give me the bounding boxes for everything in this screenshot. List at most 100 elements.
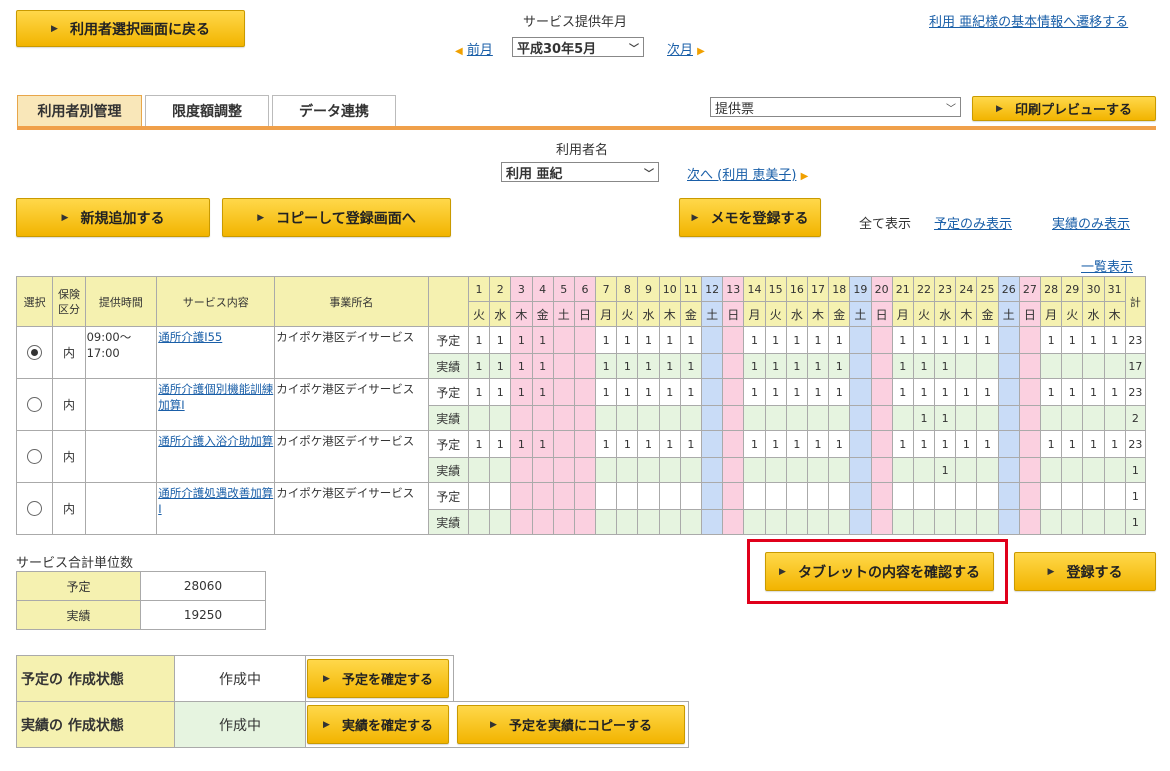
day-cell[interactable]: 1 <box>828 353 851 379</box>
day-cell[interactable] <box>1039 405 1063 431</box>
day-cell[interactable]: 1 <box>658 326 681 354</box>
day-cell[interactable]: 1 <box>955 430 978 458</box>
day-cell[interactable]: 1 <box>1082 430 1105 458</box>
copy-plan-to-actual-button[interactable]: ▶ 予定を実績にコピーする <box>457 705 685 744</box>
day-cell[interactable]: 1 <box>679 378 703 406</box>
day-cell[interactable] <box>849 482 872 510</box>
day-cell[interactable] <box>828 457 851 483</box>
day-cell[interactable]: 1 <box>828 326 851 354</box>
day-cell[interactable] <box>934 482 957 510</box>
day-cell[interactable]: 1 <box>828 378 851 406</box>
day-cell[interactable] <box>912 482 936 510</box>
day-cell[interactable] <box>1039 509 1063 535</box>
day-cell[interactable] <box>722 378 745 406</box>
day-cell[interactable] <box>489 405 512 431</box>
day-cell[interactable] <box>722 509 745 535</box>
day-cell[interactable]: 1 <box>489 378 512 406</box>
day-cell[interactable] <box>891 482 914 510</box>
day-cell[interactable] <box>489 509 512 535</box>
day-cell[interactable] <box>743 405 766 431</box>
service-link[interactable]: 通所介護Ⅰ55 <box>158 330 222 344</box>
day-cell[interactable]: 1 <box>637 326 660 354</box>
day-cell[interactable] <box>1103 457 1126 483</box>
day-cell[interactable] <box>1061 509 1084 535</box>
day-cell[interactable] <box>912 509 936 535</box>
prev-month-nav[interactable]: ◀ 前月 <box>455 39 493 58</box>
day-cell[interactable] <box>849 378 872 406</box>
day-cell[interactable] <box>489 482 512 510</box>
day-cell[interactable]: 1 <box>806 378 830 406</box>
day-cell[interactable] <box>1082 405 1105 431</box>
register-button[interactable]: ▶ 登録する <box>1014 552 1156 591</box>
day-cell[interactable] <box>573 509 597 535</box>
day-cell[interactable]: 1 <box>891 378 914 406</box>
day-cell[interactable]: 1 <box>1061 326 1084 354</box>
day-cell[interactable] <box>870 482 893 510</box>
day-cell[interactable]: 1 <box>616 326 639 354</box>
day-cell[interactable] <box>997 378 1020 406</box>
list-view-link[interactable]: 一覧表示 <box>1081 256 1133 275</box>
day-cell[interactable] <box>891 405 914 431</box>
day-cell[interactable] <box>467 509 491 535</box>
day-cell[interactable] <box>573 378 597 406</box>
day-cell[interactable]: 1 <box>1061 378 1084 406</box>
day-cell[interactable] <box>955 509 978 535</box>
day-cell[interactable] <box>849 405 872 431</box>
row-select-radio[interactable] <box>15 326 54 379</box>
service-link[interactable]: 通所介護個別機能訓練加算Ⅰ <box>158 382 273 412</box>
actual-confirm-button[interactable]: ▶ 実績を確定する <box>307 705 449 744</box>
day-cell[interactable] <box>806 457 830 483</box>
day-cell[interactable]: 1 <box>658 378 681 406</box>
day-cell[interactable] <box>976 509 999 535</box>
day-cell[interactable] <box>637 509 660 535</box>
day-cell[interactable] <box>637 482 660 510</box>
day-cell[interactable] <box>785 457 808 483</box>
day-cell[interactable]: 1 <box>467 326 491 354</box>
day-cell[interactable]: 1 <box>806 430 830 458</box>
day-cell[interactable] <box>552 482 575 510</box>
day-cell[interactable] <box>870 353 893 379</box>
month-select[interactable]: 平成30年5月 ﹀ <box>512 37 644 57</box>
day-cell[interactable]: 1 <box>934 457 957 483</box>
day-cell[interactable]: 1 <box>976 430 999 458</box>
day-cell[interactable]: 1 <box>934 430 957 458</box>
day-cell[interactable] <box>1039 457 1063 483</box>
day-cell[interactable] <box>891 457 914 483</box>
register-memo-button[interactable]: ▶ メモを登録する <box>679 198 821 237</box>
day-cell[interactable] <box>1018 405 1042 431</box>
day-cell[interactable] <box>997 353 1020 379</box>
day-cell[interactable] <box>552 353 575 379</box>
day-cell[interactable]: 1 <box>912 378 936 406</box>
day-cell[interactable] <box>743 457 766 483</box>
day-cell[interactable]: 1 <box>891 430 914 458</box>
day-cell[interactable]: 1 <box>764 430 787 458</box>
day-cell[interactable] <box>722 482 745 510</box>
print-type-select[interactable]: 提供票 ﹀ <box>710 97 961 117</box>
day-cell[interactable] <box>552 457 575 483</box>
day-cell[interactable]: 1 <box>785 353 808 379</box>
day-cell[interactable] <box>891 509 914 535</box>
day-cell[interactable]: 1 <box>764 378 787 406</box>
day-cell[interactable]: 1 <box>764 326 787 354</box>
day-cell[interactable] <box>658 482 681 510</box>
day-cell[interactable] <box>595 482 618 510</box>
day-cell[interactable] <box>1103 509 1126 535</box>
day-cell[interactable] <box>1061 457 1084 483</box>
day-cell[interactable]: 1 <box>1103 378 1126 406</box>
day-cell[interactable]: 1 <box>467 378 491 406</box>
day-cell[interactable]: 1 <box>616 353 639 379</box>
next-user-link[interactable]: 次へ (利用 恵美子) <box>687 168 796 183</box>
day-cell[interactable] <box>1082 457 1105 483</box>
day-cell[interactable] <box>764 509 787 535</box>
copy-register-button[interactable]: ▶ コピーして登録画面へ <box>222 198 451 237</box>
day-cell[interactable] <box>806 509 830 535</box>
day-cell[interactable]: 1 <box>489 430 512 458</box>
next-month-link[interactable]: 次月 <box>667 43 693 58</box>
day-cell[interactable]: 1 <box>934 378 957 406</box>
day-cell[interactable]: 1 <box>891 353 914 379</box>
day-cell[interactable] <box>785 405 808 431</box>
next-month-nav[interactable]: 次月 ▶ <box>667 39 705 58</box>
day-cell[interactable]: 1 <box>531 430 554 458</box>
day-cell[interactable] <box>510 482 533 510</box>
day-cell[interactable] <box>1082 509 1105 535</box>
